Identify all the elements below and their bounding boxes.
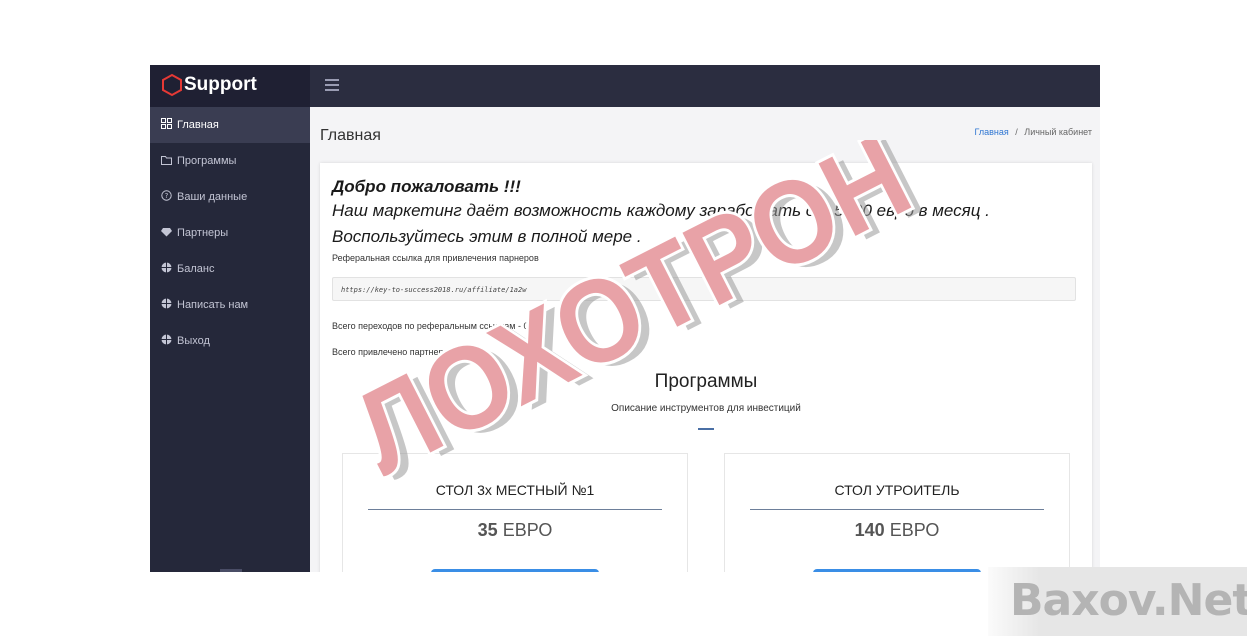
sidebar-item-label: Главная — [177, 119, 219, 131]
program-price-amount: 35 — [477, 520, 498, 540]
welcome-line-2: Воспользуйтесь этим в полной мере . — [332, 227, 642, 246]
sidebar: Главная Программы ? Ваши данные Партнеры… — [150, 107, 310, 572]
program-card-price: 140 ЕВРО — [725, 520, 1069, 541]
programs-title: Программы — [654, 371, 758, 392]
sidebar-item-label: Выход — [177, 335, 210, 347]
sidebar-item-balance[interactable]: Баланс — [150, 251, 310, 287]
sidebar-item-label: Баланс — [177, 263, 215, 275]
program-card-title: СТОЛ 3х МЕСТНЫЙ №1 — [435, 482, 595, 498]
sidebar-scroll-indicator — [220, 569, 242, 572]
breadcrumb-home-link[interactable]: Главная — [974, 127, 1008, 137]
program-card-button[interactable] — [431, 569, 599, 572]
top-bar: Support — [150, 65, 1100, 107]
section-divider — [698, 428, 714, 430]
breadcrumb: Главная / Личный кабинет — [974, 127, 1092, 137]
sidebar-item-label: Программы — [177, 155, 237, 167]
globe-icon — [160, 262, 172, 276]
welcome-line-1: Наш маркетинг даёт возможность каждому з… — [332, 201, 990, 220]
app-window: Support Главная Программы ? Ваши данные — [150, 65, 1100, 572]
sidebar-item-logout[interactable]: Выход — [150, 323, 310, 359]
program-card: СТОЛ УТРОИТЕЛЬ 140 ЕВРО — [724, 453, 1070, 572]
sidebar-item-label: Написать нам — [177, 299, 249, 311]
breadcrumb-separator: / — [1015, 127, 1018, 137]
brand[interactable]: Support — [150, 65, 310, 107]
sidebar-item-contact[interactable]: Написать нам — [150, 287, 310, 323]
referral-link-field[interactable]: https://key-to-success2018.ru/affiliate/… — [332, 277, 1076, 301]
sidebar-item-partners[interactable]: Партнеры — [150, 215, 310, 251]
program-price-amount: 140 — [854, 520, 885, 540]
diamond-icon — [160, 227, 172, 240]
brand-name: Support — [184, 74, 257, 95]
sidebar-item-home[interactable]: Главная — [150, 107, 310, 143]
referral-label: Реферальная ссылка для привлечения парне… — [332, 253, 539, 263]
program-card-title: СТОЛ УТРОИТЕЛЬ — [834, 482, 960, 498]
sidebar-item-your-data[interactable]: ? Ваши данные — [150, 179, 310, 215]
program-card-button[interactable] — [813, 569, 981, 572]
program-card-divider — [750, 509, 1044, 510]
main-content: Главная Главная / Личный кабинет Добро п… — [310, 107, 1100, 572]
sidebar-item-label: Партнеры — [177, 227, 229, 239]
globe-icon — [160, 298, 172, 312]
welcome-title: Добро пожаловать !!! — [332, 177, 521, 196]
program-price-currency: ЕВРО — [502, 520, 553, 540]
programs-subtitle: Описание инструментов для инвестиций — [611, 403, 801, 414]
menu-toggle-icon[interactable] — [325, 79, 339, 94]
folder-icon — [160, 155, 172, 168]
watermark-text: Baxov.Net — [1010, 575, 1247, 626]
breadcrumb-current: Личный кабинет — [1024, 127, 1092, 137]
program-card-divider — [368, 509, 662, 510]
hexagon-logo-icon — [162, 73, 182, 97]
partners-stat: Всего привлечено партнеров - 0 — [332, 347, 467, 357]
program-price-currency: ЕВРО — [889, 520, 940, 540]
sidebar-item-label: Ваши данные — [177, 191, 248, 203]
svg-text:?: ? — [164, 192, 168, 200]
page-title: Главная — [320, 127, 381, 144]
watermark: Baxov.Net — [988, 567, 1247, 636]
dashboard-card: Добро пожаловать !!! Наш маркетинг даёт … — [320, 163, 1092, 572]
sidebar-item-programs[interactable]: Программы — [150, 143, 310, 179]
globe-icon — [160, 334, 172, 348]
program-card-price: 35 ЕВРО — [343, 520, 687, 541]
referral-clicks-stat: Всего переходов по реферальным ссылкам -… — [332, 321, 529, 331]
program-card: СТОЛ 3х МЕСТНЫЙ №1 35 ЕВРО — [342, 453, 688, 572]
question-circle-icon: ? — [160, 190, 172, 204]
grid-icon — [160, 118, 172, 132]
